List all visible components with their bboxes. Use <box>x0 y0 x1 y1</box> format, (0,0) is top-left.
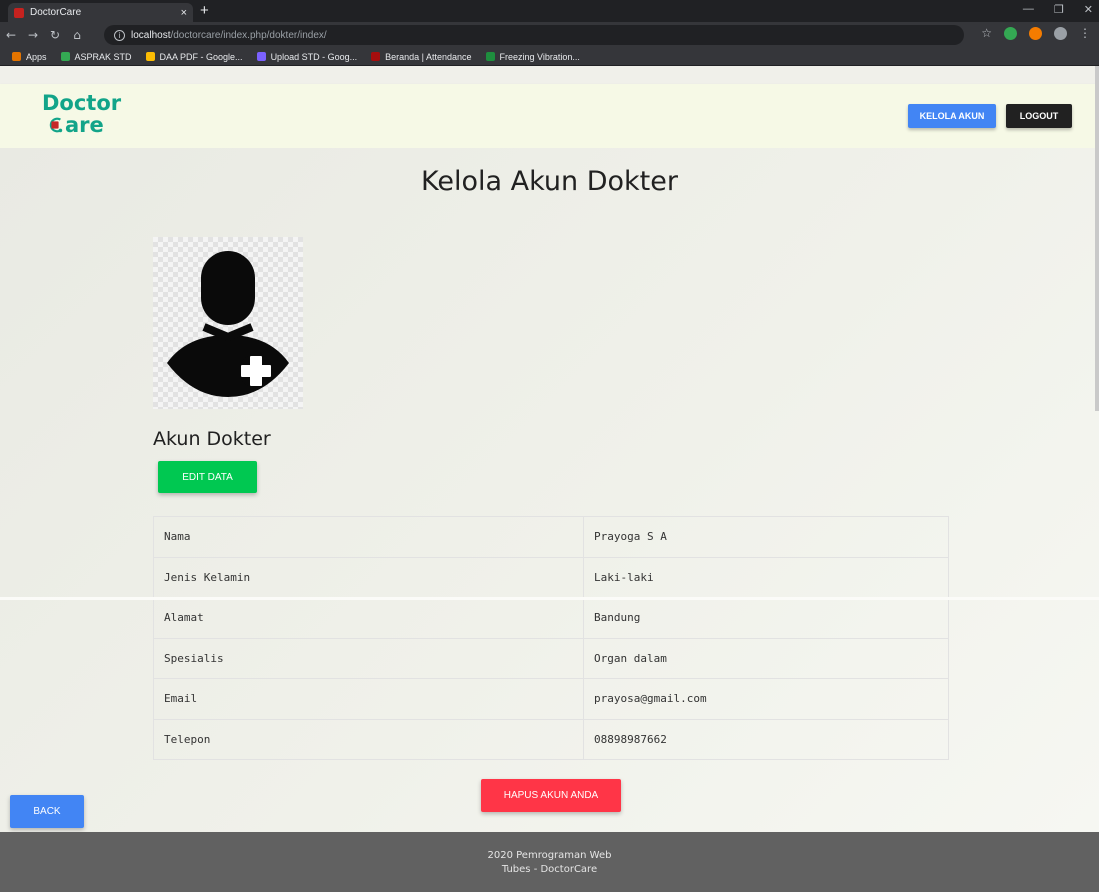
home-icon[interactable]: ⌂ <box>66 28 88 42</box>
favicon-icon <box>14 7 24 18</box>
field-value: Bandung <box>583 597 949 639</box>
info-icon[interactable]: i <box>114 29 125 41</box>
browser-tab[interactable]: DoctorCare × <box>8 3 193 22</box>
bookmark-favicon-icon <box>371 52 381 61</box>
doctor-data-table: Nama Prayoga S A Jenis Kelamin Laki-laki… <box>153 516 949 760</box>
hapus-akun-button[interactable]: HAPUS AKUN ANDA <box>481 779 621 812</box>
bookmark-favicon-icon <box>145 52 155 61</box>
field-label: Alamat <box>153 597 584 639</box>
field-label: Telepon <box>153 718 584 760</box>
stethoscope-icon <box>49 117 63 133</box>
bookmarks-bar: Apps ASPRAK STD DAA PDF - Google... Uplo… <box>0 48 1099 66</box>
bookmark-item[interactable]: ASPRAK STD <box>60 52 132 62</box>
star-icon[interactable]: ☆ <box>981 26 992 40</box>
table-row: Email prayosa@gmail.com <box>153 678 949 720</box>
browser-tab-bar: DoctorCare × + — ❐ ✕ <box>0 0 1099 22</box>
table-row: Nama Prayoga S A <box>153 516 949 558</box>
bookmark-item[interactable]: Beranda | Attendance <box>371 52 472 62</box>
close-window-icon[interactable]: ✕ <box>1084 3 1093 16</box>
field-value: prayosa@gmail.com <box>583 678 949 720</box>
address-bar[interactable]: i localhost /doctorcare/index.php/dokter… <box>104 25 964 45</box>
reload-icon[interactable]: ↻ <box>44 28 66 42</box>
extension-icon[interactable] <box>1029 26 1042 40</box>
window-controls: — ❐ ✕ <box>1023 3 1093 16</box>
field-label: Email <box>153 678 584 720</box>
logo-text-doctor: Doctor <box>42 91 122 115</box>
page-scrollbar[interactable] <box>1095 66 1099 411</box>
doctor-profile-icon <box>167 251 289 397</box>
field-label: Nama <box>153 516 584 558</box>
url-host: localhost <box>131 29 171 41</box>
table-row: Jenis Kelamin Laki-laki <box>153 556 949 598</box>
doctor-avatar <box>153 237 303 409</box>
url-path: /doctorcare/index.php/dokter/index/ <box>170 29 327 41</box>
bookmark-item[interactable]: Upload STD - Goog... <box>256 52 357 62</box>
field-label: Spesialis <box>153 637 584 679</box>
field-value: 08898987662 <box>583 718 949 760</box>
bookmark-item[interactable]: Freezing Vibration... <box>485 52 580 62</box>
table-row: Telepon 08898987662 <box>153 718 949 760</box>
apps-grid-icon <box>12 52 21 61</box>
bookmark-favicon-icon <box>60 52 70 61</box>
bookmark-item[interactable]: Apps <box>12 52 47 62</box>
logo-text-care: are <box>65 113 104 137</box>
menu-icon[interactable]: ⋮ <box>1079 26 1091 40</box>
page-footer: 2020 Pemrograman Web Tubes - DoctorCare <box>0 832 1099 892</box>
edit-data-button[interactable]: EDIT DATA <box>158 461 257 493</box>
forward-arrow-icon[interactable]: → <box>22 28 44 42</box>
bookmark-favicon-icon <box>256 52 266 61</box>
field-value: Laki-laki <box>583 556 949 598</box>
page-title: Kelola Akun Dokter <box>421 166 678 197</box>
section-title: Akun Dokter <box>153 428 271 450</box>
toolbar-actions: ☆ ⋮ <box>981 26 1091 40</box>
back-arrow-icon[interactable]: ← <box>0 28 22 42</box>
screenshot-seam <box>0 597 1099 600</box>
footer-line: Tubes - DoctorCare <box>501 863 598 875</box>
close-tab-icon[interactable]: × <box>181 7 187 19</box>
field-value: Prayoga S A <box>583 516 949 558</box>
doctorcare-logo[interactable]: Doctor are <box>42 92 132 142</box>
table-row: Alamat Bandung <box>153 597 949 639</box>
tab-title: DoctorCare <box>30 7 82 18</box>
extension-icon[interactable] <box>1004 26 1017 40</box>
logout-button[interactable]: LOGOUT <box>1006 104 1072 128</box>
browser-toolbar: ← → ↻ ⌂ i localhost /doctorcare/index.ph… <box>0 22 1099 48</box>
profile-avatar-icon[interactable] <box>1054 26 1067 40</box>
bookmark-item[interactable]: DAA PDF - Google... <box>145 52 243 62</box>
kelola-akun-button[interactable]: KELOLA AKUN <box>908 104 996 128</box>
table-row: Spesialis Organ dalam <box>153 637 949 679</box>
maximize-icon[interactable]: ❐ <box>1054 3 1064 16</box>
field-value: Organ dalam <box>583 637 949 679</box>
bookmark-favicon-icon <box>485 52 495 61</box>
new-tab-icon[interactable]: + <box>200 2 209 19</box>
field-label: Jenis Kelamin <box>153 556 584 598</box>
back-button[interactable]: BACK <box>10 795 84 828</box>
footer-line: 2020 Pemrograman Web <box>487 849 612 861</box>
minimize-icon[interactable]: — <box>1023 3 1034 16</box>
